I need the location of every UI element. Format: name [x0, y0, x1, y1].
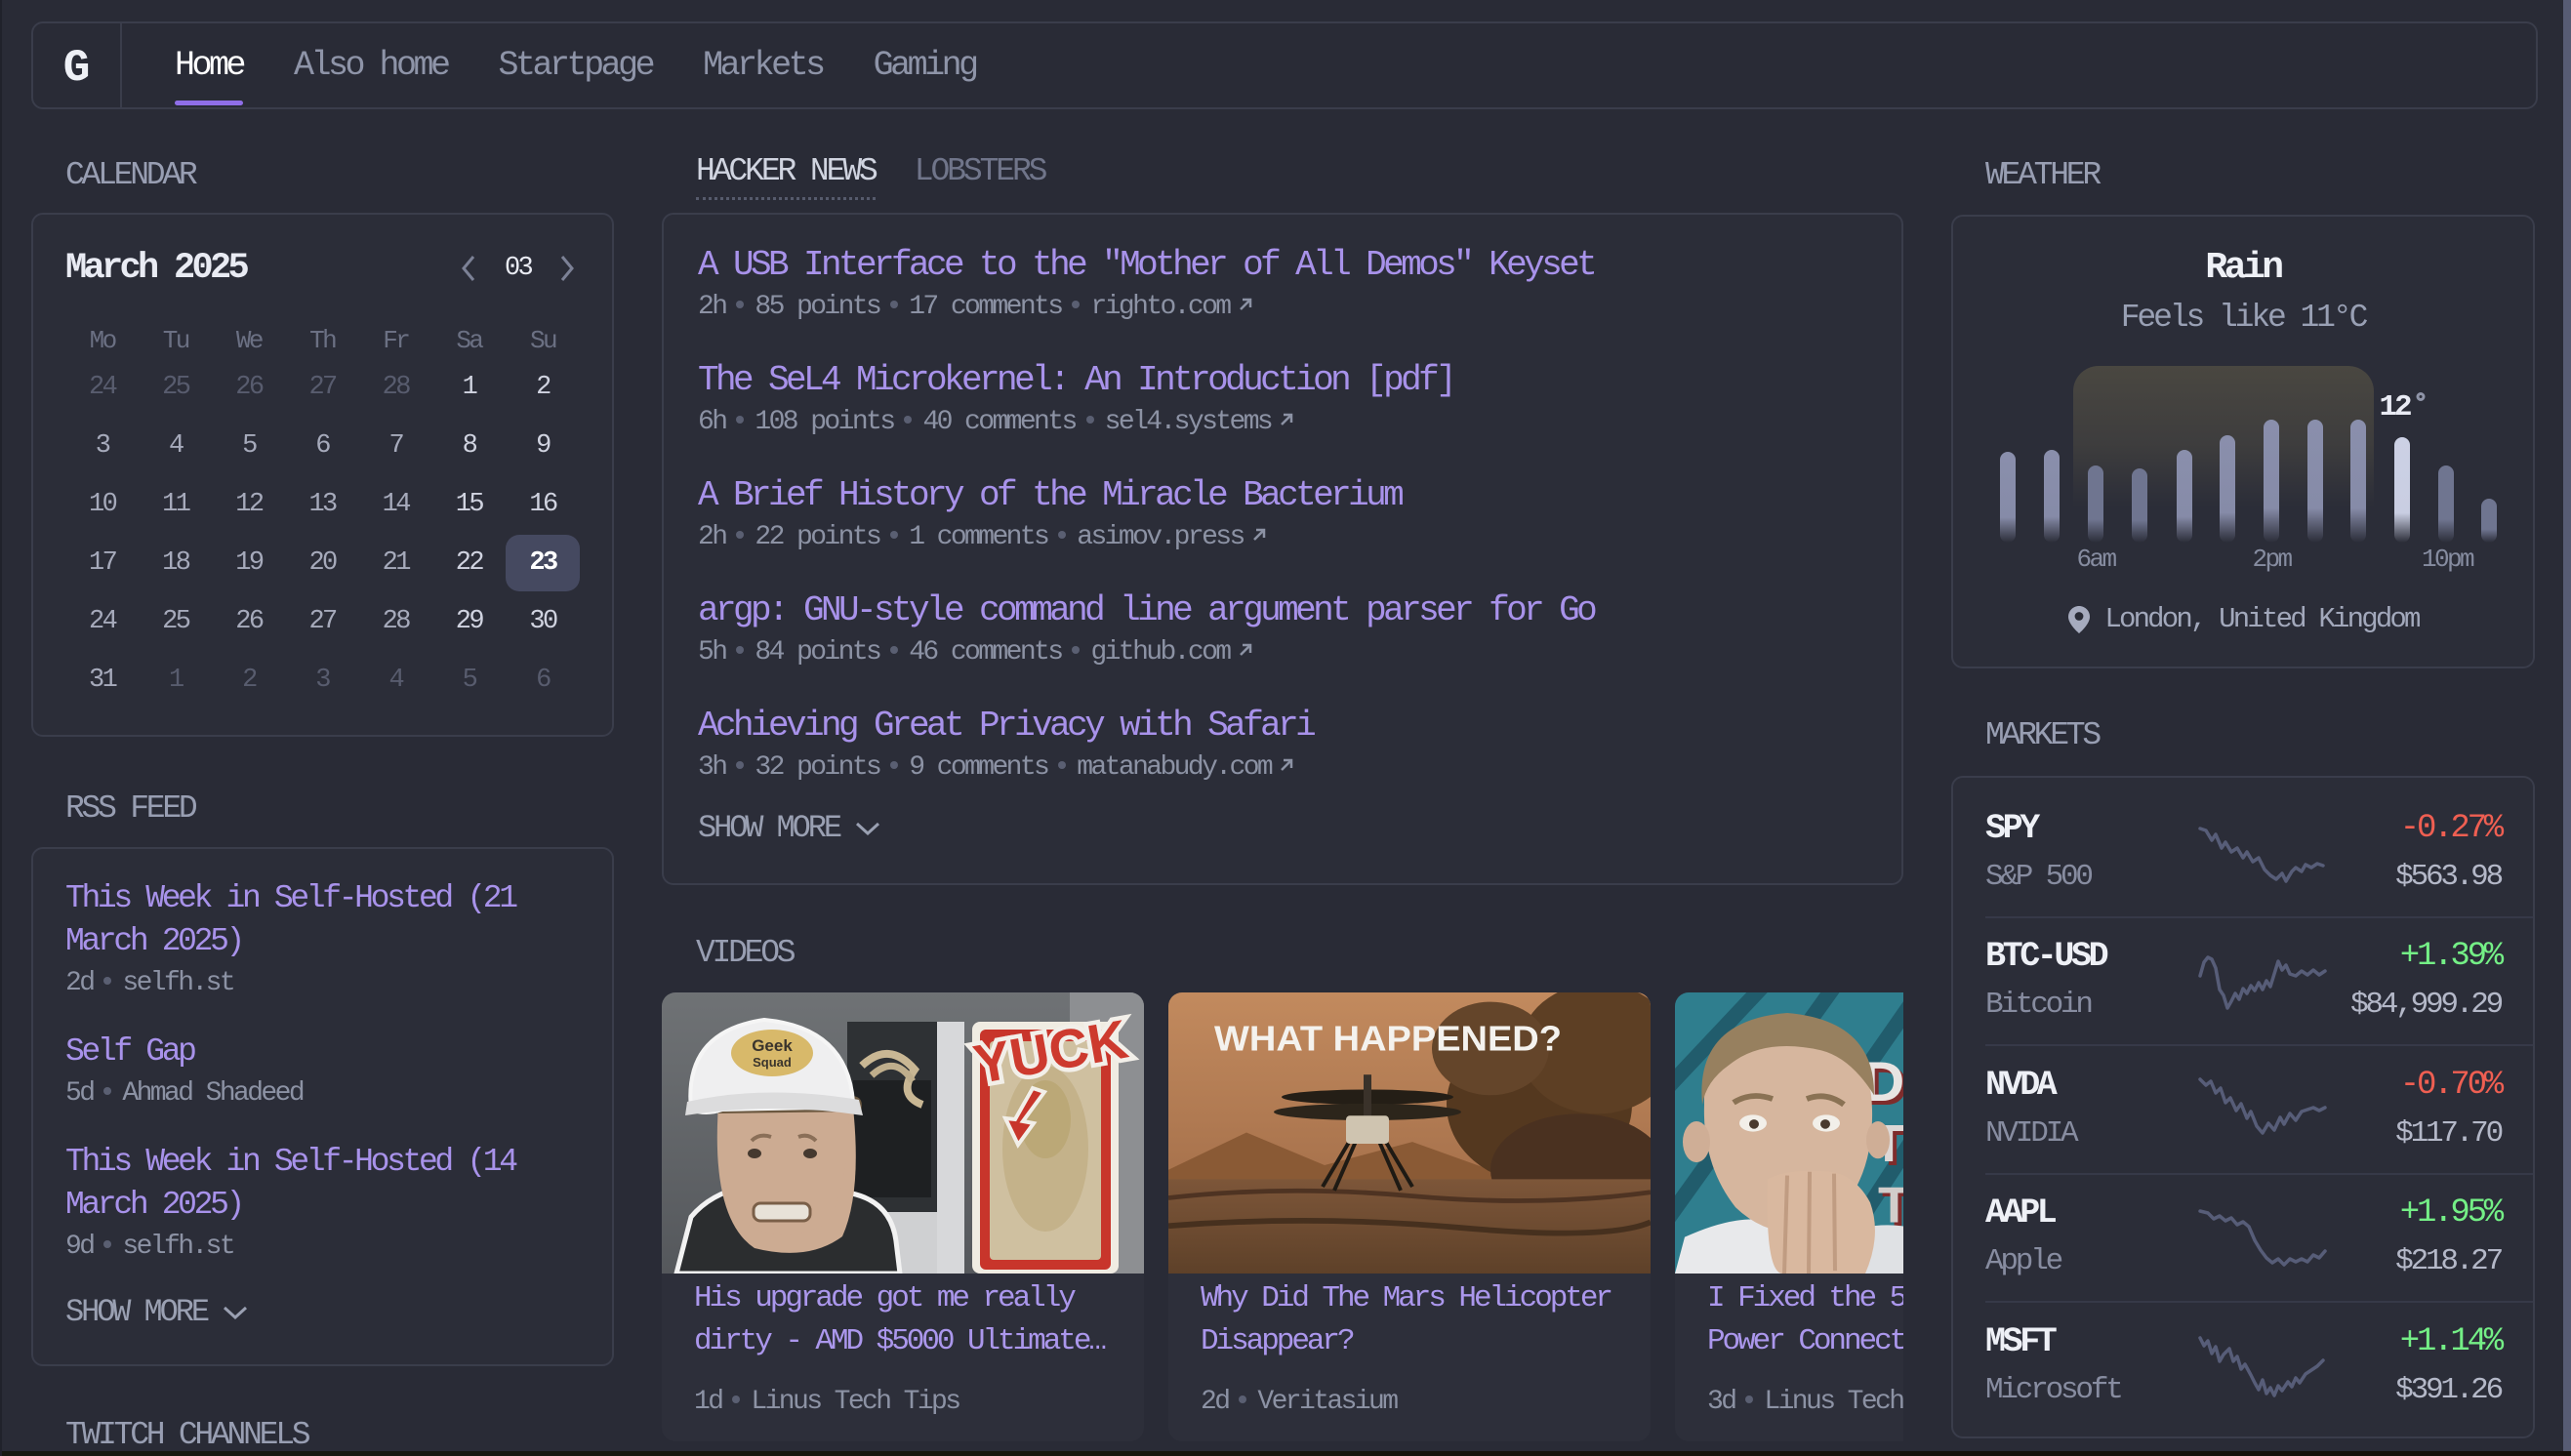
svg-text:WHAT HAPPENED?: WHAT HAPPENED? — [1214, 1018, 1562, 1058]
svg-text:Geek: Geek — [752, 1036, 793, 1055]
svg-text:Squad: Squad — [753, 1055, 792, 1070]
